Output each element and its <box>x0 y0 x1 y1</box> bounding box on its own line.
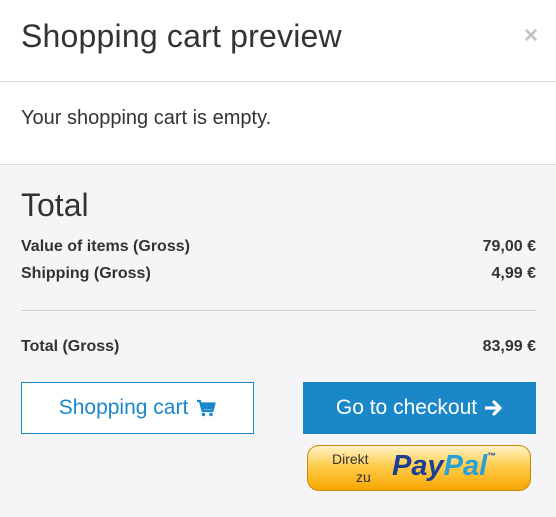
paypal-logo: PayPal™ <box>392 450 497 482</box>
paypal-express-button[interactable]: Direkt zu PayPal™ <box>307 445 531 491</box>
modal-title: Shopping cart preview <box>21 18 342 54</box>
paypal-direkt-text: Direkt <box>332 451 369 467</box>
paypal-zu-text: zu <box>356 469 371 485</box>
shopping-cart-button[interactable]: Shopping cart <box>21 382 254 434</box>
shipping-value: 4,99 € <box>491 265 536 282</box>
modal-header: Shopping cart preview × <box>0 0 556 82</box>
summary-divider <box>21 310 536 311</box>
shipping-row: Shipping (Gross) 4,99 € <box>21 265 536 283</box>
value-of-items-row: Value of items (Gross) 79,00 € <box>21 238 536 256</box>
checkout-button[interactable]: Go to checkout <box>303 382 536 434</box>
cart-summary: Total Value of items (Gross) 79,00 € Shi… <box>0 165 556 517</box>
arrow-right-icon <box>485 400 502 416</box>
total-row: Total (Gross) 83,99 € <box>21 338 536 356</box>
shipping-label: Shipping (Gross) <box>21 265 151 282</box>
cart-preview-modal: Shopping cart preview × Your shopping ca… <box>0 0 556 517</box>
cart-contents: Your shopping cart is empty. <box>0 82 556 165</box>
close-icon[interactable]: × <box>524 24 538 48</box>
shopping-cart-button-label: Shopping cart <box>58 396 189 419</box>
total-label: Total (Gross) <box>21 338 120 355</box>
cart-icon <box>197 399 216 417</box>
total-heading: Total <box>21 187 89 223</box>
empty-cart-message: Your shopping cart is empty. <box>21 107 272 129</box>
value-of-items-label: Value of items (Gross) <box>21 238 190 255</box>
value-of-items-value: 79,00 € <box>482 238 536 255</box>
total-value: 83,99 € <box>482 338 536 355</box>
checkout-button-label: Go to checkout <box>335 396 478 419</box>
